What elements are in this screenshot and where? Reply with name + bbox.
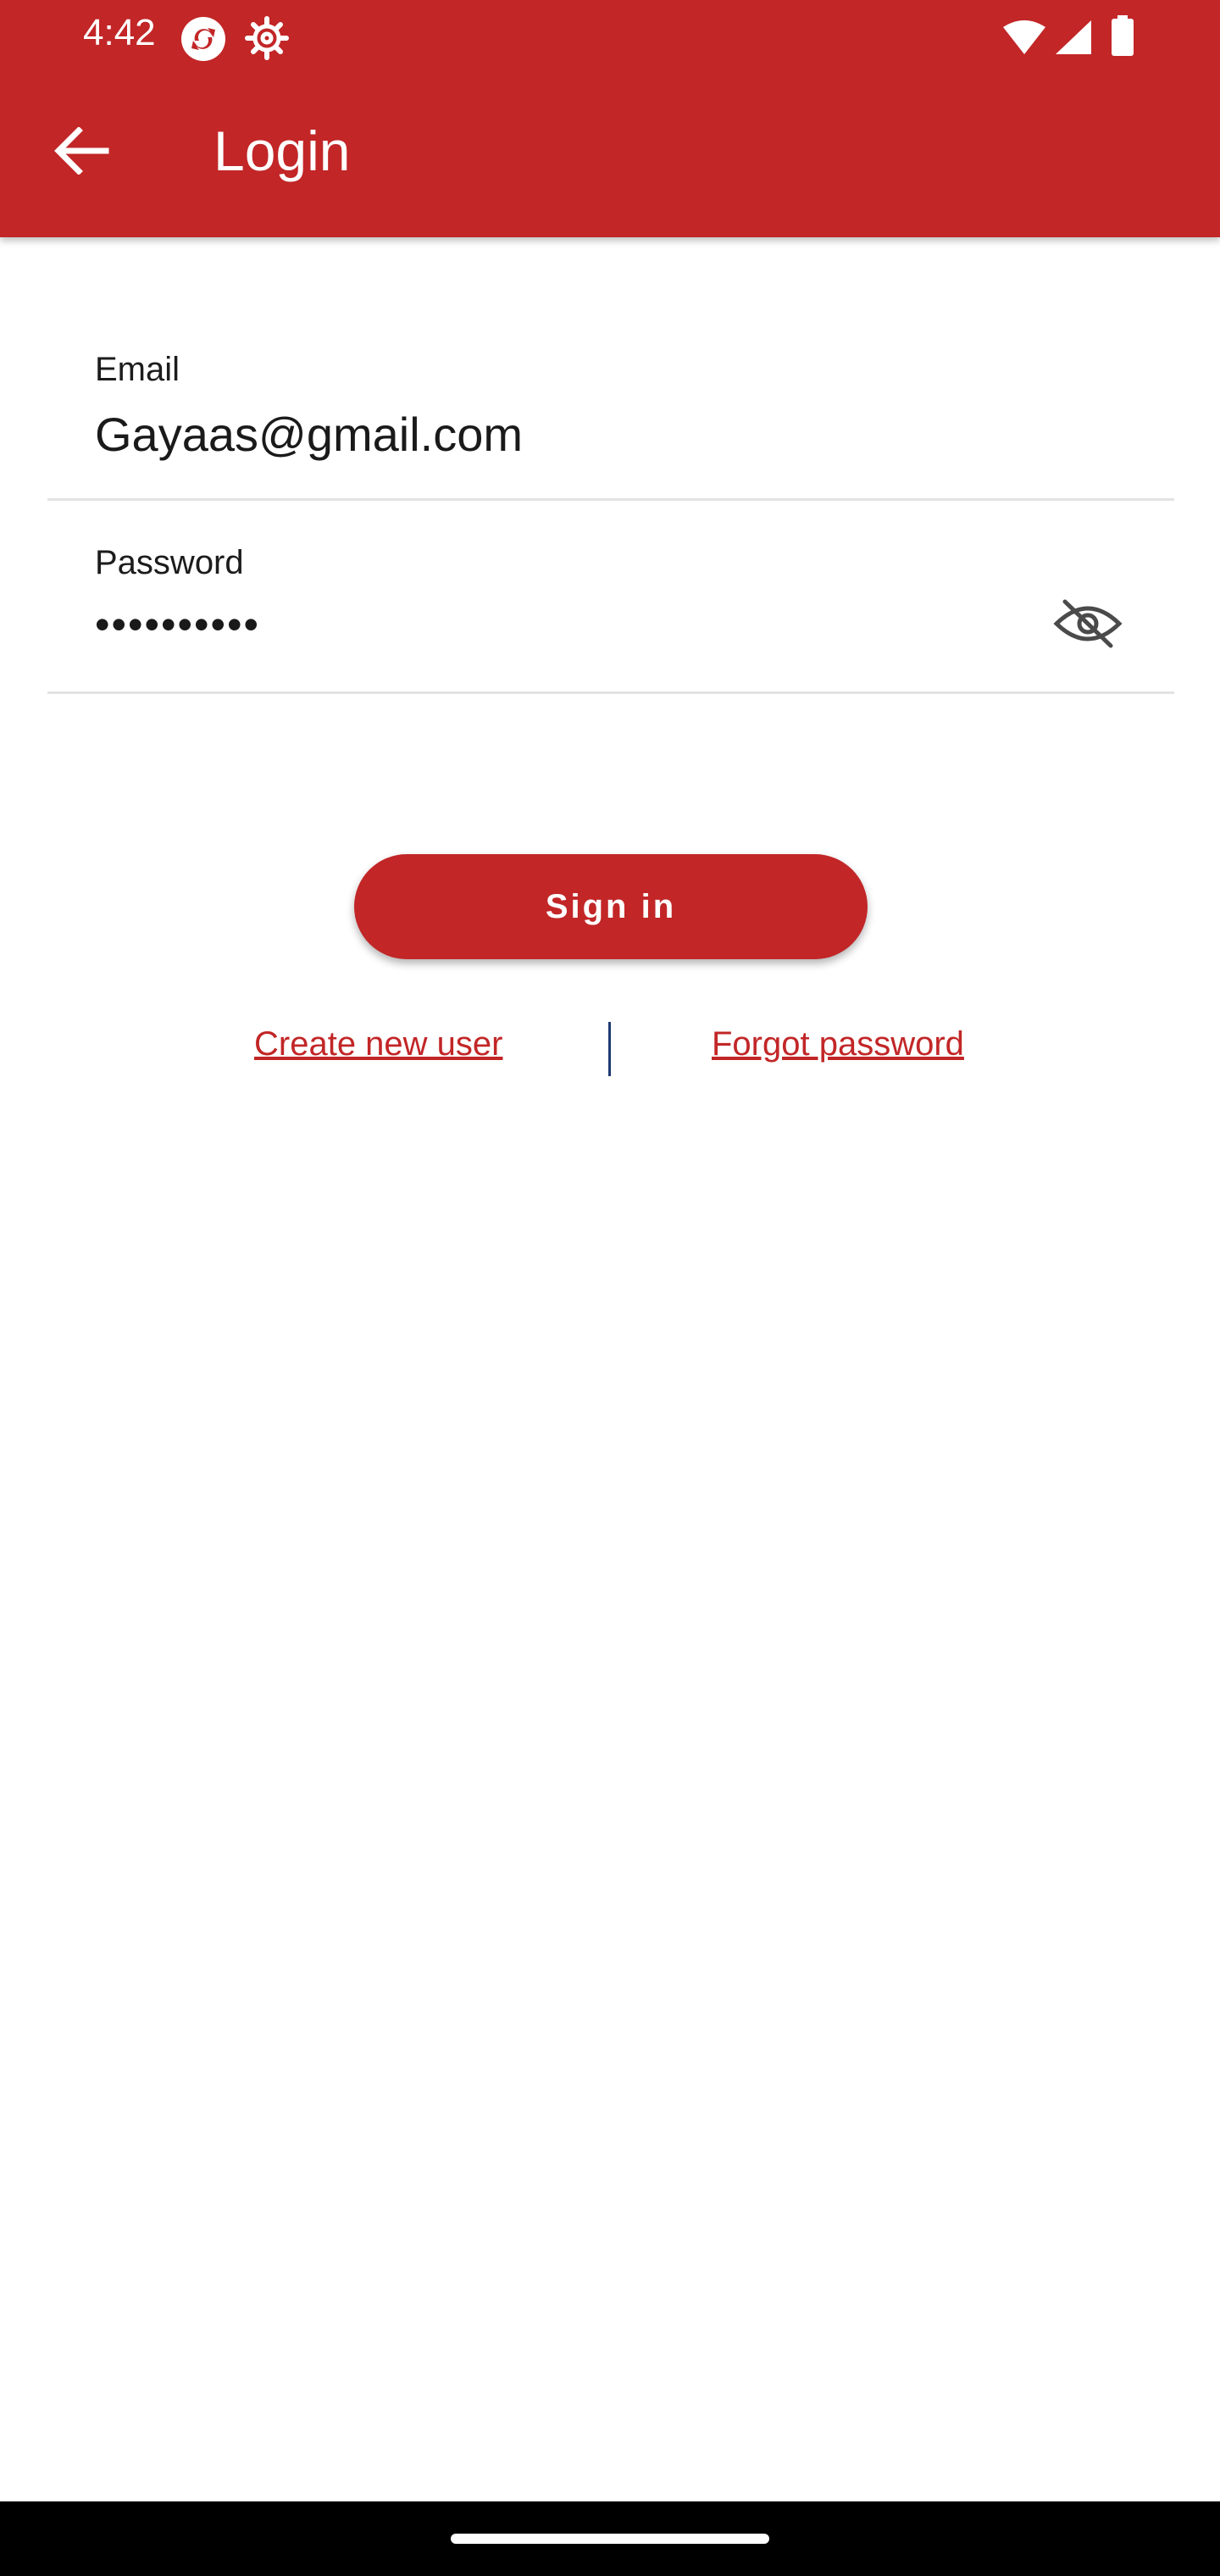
email-label: Email — [95, 351, 180, 388]
email-input[interactable]: Gayaas@gmail.com — [95, 407, 523, 462]
app-bar: 4:42 Login — [0, 0, 1220, 237]
status-time: 4:42 — [83, 12, 156, 53]
battery-icon — [1110, 15, 1135, 62]
system-nav-bar — [0, 2501, 1220, 2576]
arrow-back-icon — [53, 125, 109, 179]
visibility-off-icon — [1053, 597, 1123, 655]
password-field[interactable]: Password •••••••••• — [47, 515, 1174, 694]
settings-gear-icon — [244, 15, 290, 65]
toggle-password-visibility-button[interactable] — [1045, 583, 1130, 668]
signal-icon — [1054, 19, 1093, 60]
page-title: Login — [214, 119, 351, 182]
forgot-password-link[interactable]: Forgot password — [712, 1025, 964, 1063]
wifi-icon — [1001, 19, 1047, 60]
password-input[interactable]: •••••••••• — [95, 600, 260, 649]
back-button[interactable] — [41, 112, 122, 193]
email-field[interactable]: Email Gayaas@gmail.com — [47, 322, 1174, 501]
sync-icon — [180, 15, 227, 67]
password-label: Password — [95, 544, 244, 581]
links-divider — [608, 1022, 611, 1076]
sign-in-button[interactable]: Sign in — [354, 854, 868, 959]
home-gesture-handle[interactable] — [451, 2534, 769, 2544]
create-new-user-link[interactable]: Create new user — [254, 1025, 502, 1063]
status-bar: 4:42 — [0, 0, 1220, 76]
